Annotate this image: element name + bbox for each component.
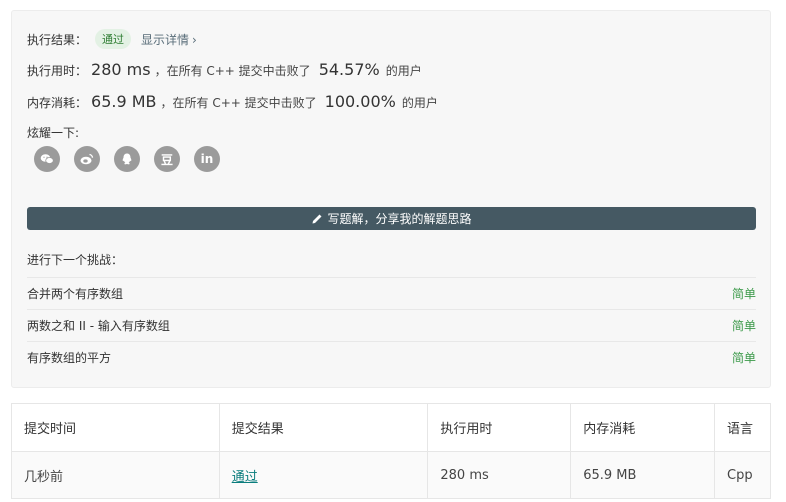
- difficulty-badge: 简单: [731, 351, 756, 365]
- chevron-right-icon: ›: [192, 32, 197, 47]
- qq-icon[interactable]: [114, 146, 140, 172]
- table-row: 几秒前 通过 280 ms 65.9 MB Cpp: [11, 451, 771, 499]
- memory-mid-text: ，在所有 C++ 提交中击败了: [160, 96, 317, 110]
- problem-name: 两数之和 II - 输入有序数组: [27, 319, 170, 333]
- weibo-glyph: [80, 153, 94, 165]
- share-buttons: 豆 in: [34, 146, 220, 172]
- status-row: 执行结果： 通过 显示详情 ›: [27, 29, 197, 49]
- runtime-mid-text: ，在所有 C++ 提交中击败了: [154, 64, 311, 78]
- list-item[interactable]: 两数之和 II - 输入有序数组 简单: [27, 309, 756, 341]
- next-challenge-title: 进行下一个挑战：: [27, 253, 124, 267]
- problem-name: 合并两个有序数组: [27, 287, 124, 301]
- cell-result: 通过: [218, 451, 429, 499]
- status-badge: 通过: [95, 29, 132, 49]
- share-label-row: 炫耀一下:: [27, 124, 79, 141]
- header-submit-result: 提交结果: [218, 403, 429, 452]
- next-problem-list: 合并两个有序数组 简单 两数之和 II - 输入有序数组 简单 有序数组的平方 …: [27, 277, 756, 373]
- submission-table: 提交时间 提交结果 执行用时 内存消耗 语言 几秒前 通过 280 ms 65.…: [11, 403, 771, 499]
- table-header-row: 提交时间 提交结果 执行用时 内存消耗 语言: [11, 403, 771, 452]
- weibo-icon[interactable]: [74, 146, 100, 172]
- runtime-percent: 54.57%: [318, 60, 380, 79]
- header-runtime: 执行用时: [427, 403, 572, 452]
- douban-icon[interactable]: 豆: [154, 146, 180, 172]
- cell-language: Cpp: [714, 451, 771, 499]
- linkedin-icon[interactable]: in: [194, 146, 220, 172]
- difficulty-badge: 简单: [731, 319, 756, 333]
- cell-time: 几秒前: [11, 451, 220, 499]
- write-solution-label: 写题解，分享我的解题思路: [327, 212, 472, 226]
- memory-label: 内存消耗：: [27, 96, 88, 110]
- memory-value: 65.9 MB: [91, 92, 157, 111]
- qq-glyph: [122, 153, 132, 165]
- show-detail-label: 显示详情: [141, 32, 190, 47]
- wechat-glyph: [40, 154, 54, 164]
- header-submit-time: 提交时间: [11, 403, 220, 452]
- douban-text: 豆: [160, 152, 173, 167]
- pencil-icon: [312, 214, 322, 223]
- share-label: 炫耀一下:: [27, 126, 80, 140]
- memory-row: 内存消耗： 65.9 MB ，在所有 C++ 提交中击败了 100.00% 的用…: [27, 92, 438, 111]
- show-detail-link[interactable]: 显示详情 ›: [141, 31, 197, 48]
- memory-suffix: 的用户: [401, 96, 438, 110]
- problem-name: 有序数组的平方: [27, 351, 112, 365]
- memory-percent: 100.00%: [324, 92, 396, 111]
- runtime-value: 280 ms: [91, 60, 151, 79]
- write-solution-button[interactable]: 写题解，分享我的解题思路: [27, 207, 756, 230]
- header-language: 语言: [714, 403, 771, 452]
- header-memory: 内存消耗: [570, 403, 715, 452]
- list-item[interactable]: 有序数组的平方 简单: [27, 341, 756, 373]
- cell-memory: 65.9 MB: [570, 451, 715, 499]
- cell-runtime: 280 ms: [427, 451, 572, 499]
- submission-result-link[interactable]: 通过: [232, 470, 258, 485]
- runtime-row: 执行用时： 280 ms ，在所有 C++ 提交中击败了 54.57% 的用户: [27, 60, 422, 79]
- runtime-suffix: 的用户: [385, 64, 422, 78]
- result-panel: 执行结果： 通过 显示详情 › 执行用时： 280 ms ，在所有 C++ 提交中…: [11, 10, 771, 388]
- status-label: 执行结果：: [27, 32, 88, 47]
- difficulty-badge: 简单: [731, 287, 756, 301]
- list-item[interactable]: 合并两个有序数组 简单: [27, 277, 756, 309]
- linkedin-text: in: [200, 152, 214, 166]
- wechat-icon[interactable]: [34, 146, 60, 172]
- runtime-label: 执行用时：: [27, 64, 88, 78]
